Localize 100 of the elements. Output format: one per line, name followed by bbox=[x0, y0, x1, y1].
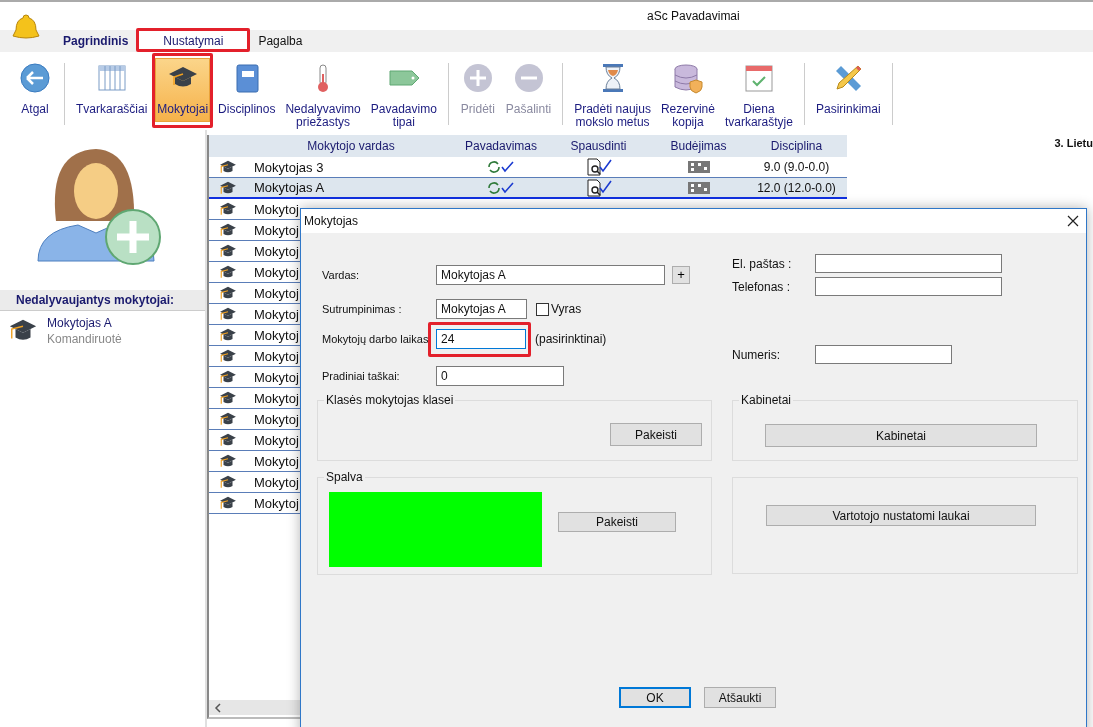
graduation-cap-icon bbox=[218, 200, 237, 218]
table-cell: Mokytojas A bbox=[254, 180, 325, 195]
table-cell: Mokytoj bbox=[254, 201, 299, 217]
teacher-name[interactable]: Mokytojas A bbox=[47, 315, 122, 331]
toolbar-button[interactable]: Nedalyvavimo priežastys bbox=[283, 58, 363, 132]
toolbar-button[interactable]: Tvarkaraščiai bbox=[74, 58, 150, 122]
toolbar-button[interactable]: Pasirinkimai bbox=[813, 58, 883, 122]
table-cell: Mokytoj bbox=[254, 264, 299, 280]
color-swatch[interactable] bbox=[329, 492, 542, 567]
table-cell: Mokytoj bbox=[254, 495, 299, 511]
dialog-button[interactable]: Atšaukti bbox=[704, 687, 776, 708]
field-label: Sutrumpinimas : bbox=[321, 303, 403, 315]
change-button[interactable]: Pakeisti bbox=[610, 423, 702, 446]
graduation-cap-icon bbox=[218, 326, 237, 344]
column-header[interactable]: Budėjimas bbox=[651, 139, 746, 153]
email-field[interactable] bbox=[815, 254, 1002, 273]
calendar-check-icon bbox=[742, 62, 775, 94]
table-cell: Mokytoj bbox=[254, 306, 299, 322]
ribbon-tab[interactable]: Pagrindinis bbox=[57, 30, 135, 52]
dialog-button[interactable]: OK bbox=[619, 687, 691, 708]
section-header: Nedalyvaujantys mokytojai: bbox=[0, 290, 205, 311]
field-label: Pradiniai taškai: bbox=[321, 370, 401, 382]
panel-heading: 3. Lietu bbox=[1054, 137, 1093, 149]
initial-points-field[interactable]: 0 bbox=[436, 366, 564, 386]
graduation-cap-icon bbox=[218, 452, 237, 470]
graduation-cap-icon bbox=[218, 368, 237, 386]
work-time-field[interactable]: 24 bbox=[436, 329, 526, 349]
toolbar-button[interactable]: Diena tvarkaraštyje bbox=[722, 58, 795, 132]
refresh-check-icon bbox=[485, 159, 517, 175]
close-icon[interactable] bbox=[1067, 215, 1079, 227]
phone-field[interactable] bbox=[815, 277, 1002, 296]
rooms-button[interactable]: Kabinetai bbox=[765, 424, 1037, 447]
table-cell: Mokytojas 3 bbox=[254, 159, 324, 175]
toolbar-button[interactable]: Disciplinos bbox=[216, 58, 278, 122]
table-row[interactable]: Mokytojas A 12.0 (12.0-0.0) bbox=[209, 178, 847, 199]
table-cell: Mokytoj bbox=[254, 348, 299, 364]
thermometer-icon bbox=[316, 62, 331, 94]
ribbon-tab[interactable]: Pagalba bbox=[252, 30, 309, 52]
checkbox-label[interactable]: Vyras bbox=[551, 302, 582, 316]
field-label: Mokytojų darbo laikas bbox=[321, 333, 430, 345]
add-icon bbox=[461, 62, 494, 94]
graduation-cap-icon bbox=[218, 473, 237, 491]
toolbar-button[interactable]: Atgal bbox=[15, 58, 55, 122]
table-cell: Mokytoj bbox=[254, 369, 299, 385]
table-cell: Mokytoj bbox=[254, 411, 299, 427]
table-grid-icon bbox=[95, 62, 128, 94]
graduation-cap-icon bbox=[218, 389, 237, 407]
remove-icon bbox=[512, 62, 545, 94]
database-shield-icon bbox=[671, 62, 704, 94]
graduation-cap-icon bbox=[218, 347, 237, 365]
table-cell: Mokytoj bbox=[254, 474, 299, 490]
table-cell: Mokytoj bbox=[254, 243, 299, 259]
print-preview-icon bbox=[584, 158, 613, 176]
group-title: Klasės mokytojas klasei bbox=[324, 393, 456, 407]
dialog-title: Mokytojas bbox=[304, 214, 359, 228]
change-button[interactable]: Pakeisti bbox=[558, 512, 676, 532]
window-title: aSc Pavadavimai bbox=[647, 9, 740, 23]
number-field[interactable] bbox=[815, 345, 952, 364]
group-title: Spalva bbox=[324, 470, 365, 484]
toolbar-button[interactable]: Pradėti naujus mokslo metus bbox=[572, 58, 653, 132]
refresh-check-icon bbox=[485, 179, 517, 196]
table-cell: Mokytoj bbox=[254, 327, 299, 343]
field-label: Telefonas : bbox=[732, 279, 792, 294]
graduation-cap-icon bbox=[218, 494, 237, 512]
checkbox[interactable] bbox=[536, 302, 549, 316]
graduation-cap-icon bbox=[218, 158, 237, 176]
abbreviation-field[interactable]: Mokytojas A bbox=[436, 299, 527, 319]
field-label: El. paštas : bbox=[732, 256, 793, 271]
table-cell-text: 9.0 (9.0-0.0) bbox=[762, 160, 831, 174]
table-cell-text: 12.0 (12.0-0.0) bbox=[756, 180, 837, 195]
field-label: Numeris: bbox=[732, 347, 781, 362]
column-header[interactable]: Pavadavimas bbox=[456, 139, 546, 153]
column-header[interactable]: Disciplina bbox=[746, 139, 847, 153]
graduation-cap-icon bbox=[218, 242, 237, 260]
column-header[interactable]: Mokytojo vardas bbox=[246, 139, 456, 153]
graduation-cap-icon bbox=[218, 431, 237, 449]
column-header[interactable]: Spausdinti bbox=[546, 139, 651, 153]
graduation-cap-icon bbox=[218, 284, 237, 302]
add-button[interactable]: + bbox=[672, 266, 690, 284]
toolbar-button[interactable]: Pavadavimo tipai bbox=[368, 58, 439, 132]
toolbar-button[interactable]: Rezervinė kopija bbox=[658, 58, 717, 132]
custom-fields-button[interactable]: Vartotojo nustatomi laukai bbox=[766, 505, 1036, 526]
absence-reason: Komandiruotė bbox=[47, 331, 122, 347]
group-title: Kabinetai bbox=[739, 393, 794, 407]
table-cell: Mokytoj bbox=[254, 432, 299, 448]
table-cell: Mokytoj bbox=[254, 390, 299, 406]
graduation-cap-icon bbox=[218, 410, 237, 428]
domino-grid-icon bbox=[687, 161, 710, 173]
field-label: Vardas: bbox=[321, 269, 361, 281]
name-field[interactable]: Mokytojas A bbox=[436, 265, 665, 285]
domino-grid-icon bbox=[687, 181, 710, 194]
table-cell: Mokytoj bbox=[254, 222, 299, 238]
graduation-cap-icon bbox=[218, 221, 237, 239]
horizontal-scrollbar[interactable] bbox=[209, 700, 301, 715]
toolbar-button[interactable]: Mokytojai bbox=[155, 58, 211, 122]
print-preview-icon bbox=[584, 178, 613, 197]
graduation-cap-icon bbox=[218, 263, 237, 281]
field-hint: (pasirinktinai) bbox=[535, 332, 607, 346]
table-cell: Mokytoj bbox=[254, 453, 299, 469]
table-cell: Mokytoj bbox=[254, 285, 299, 301]
